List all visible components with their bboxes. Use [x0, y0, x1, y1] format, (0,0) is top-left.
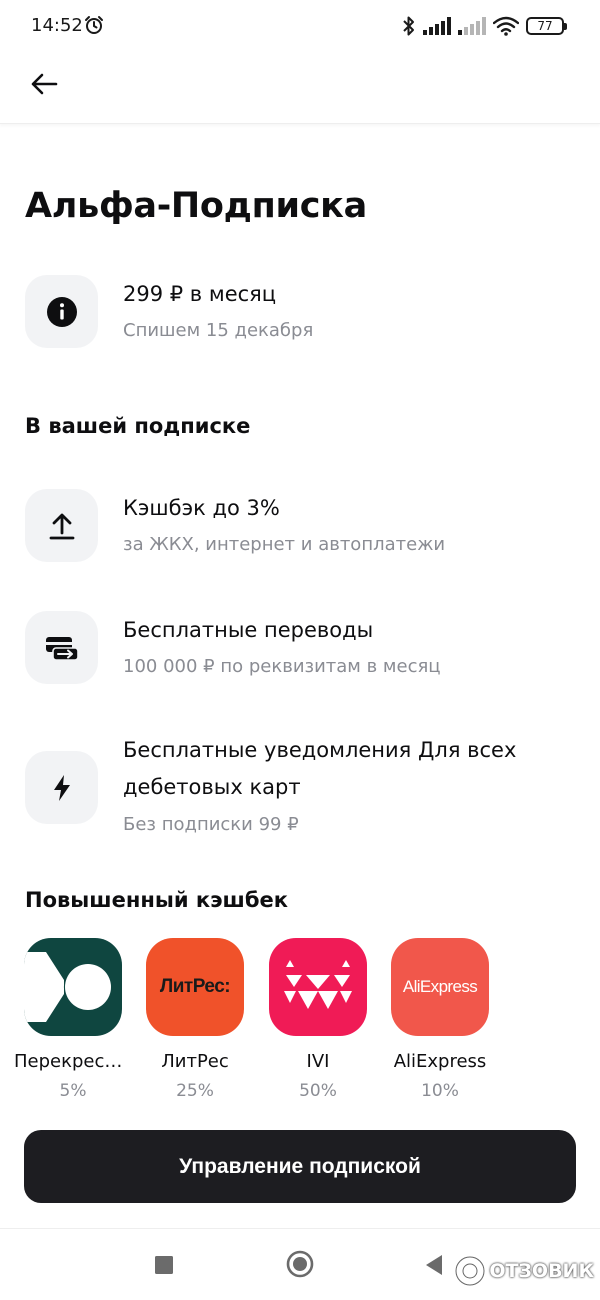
benefit-item-notifications[interactable]: Бесплатные уведомления Для всех дебетовы…: [25, 732, 585, 842]
benefit-subtitle: 100 000 ₽ по реквизитам в месяц: [123, 656, 441, 677]
ivi-logo: [269, 938, 367, 1036]
litres-logo: ЛитРес:: [146, 938, 244, 1036]
otzovik-logo-icon: [454, 1255, 486, 1287]
benefit-icon-tile: [25, 611, 98, 684]
partner-aliexpress[interactable]: AliExpress AliExpress 10%: [385, 938, 495, 1101]
benefit-title: Бесплатные переводы: [123, 618, 374, 642]
partner-name: ЛитРес: [161, 1051, 229, 1072]
partner-percent: 25%: [176, 1081, 214, 1101]
status-bar: 14:52 77: [0, 0, 600, 52]
watermark-text: ОТЗОВИК: [489, 1260, 594, 1282]
price-title: 299 ₽ в месяц: [123, 282, 277, 306]
info-icon: [46, 296, 77, 327]
circle-icon: [286, 1250, 314, 1278]
benefit-title: Бесплатные уведомления Для всех дебетовы…: [123, 738, 517, 799]
partner-percent: 50%: [299, 1081, 337, 1101]
aliexpress-logo: AliExpress: [391, 938, 489, 1036]
price-icon-tile: [25, 275, 98, 348]
aliexpress-logo-text: AliExpress: [402, 977, 478, 996]
bluetooth-icon: [403, 16, 414, 36]
recents-button[interactable]: [155, 1256, 173, 1278]
litres-logo-text: ЛитРес:: [159, 976, 231, 997]
app-bar: [0, 52, 600, 124]
benefit-subtitle: за ЖКХ, интернет и автоплатежи: [123, 534, 446, 555]
status-time: 14:52: [31, 15, 83, 36]
benefit-icon-tile: [25, 751, 98, 824]
perekrestok-logo-icon: [24, 952, 111, 1022]
alarm-icon: [85, 16, 103, 34]
partner-litres[interactable]: ЛитРес: ЛитРес 25%: [140, 938, 250, 1101]
upload-icon: [49, 513, 74, 539]
partner-name: IVI: [306, 1051, 330, 1072]
ivi-logo-icon: [284, 960, 352, 1009]
partner-percent: 10%: [421, 1081, 459, 1101]
benefit-subtitle: Без подписки 99 ₽: [123, 814, 299, 835]
partner-perekrestok[interactable]: Перекресток 5%: [14, 938, 132, 1101]
battery-indicator: 77: [526, 17, 567, 35]
signal-strength-icon: [423, 17, 451, 35]
partner-name: Перекресток: [14, 1051, 132, 1072]
benefit-title: Кэшбэк до 3%: [123, 496, 280, 520]
manage-subscription-button[interactable]: Управление подпиской: [24, 1130, 576, 1203]
transfer-icon: [45, 636, 79, 661]
home-button[interactable]: [286, 1250, 314, 1282]
status-icons: 77: [402, 14, 567, 38]
wifi-icon: [493, 16, 519, 36]
cashback-section-title: Повышенный кэшбек: [25, 888, 289, 912]
square-icon: [155, 1256, 173, 1274]
benefit-icon-tile: [25, 489, 98, 562]
perekrestok-logo: [24, 938, 122, 1036]
partner-ivi[interactable]: IVI 50%: [263, 938, 373, 1101]
benefit-item-transfers[interactable]: Бесплатные переводы 100 000 ₽ по реквизи…: [25, 611, 585, 691]
signal-strength-icon-secondary: [458, 17, 486, 35]
benefits-section-title: В вашей подписке: [25, 414, 251, 438]
benefit-item-cashback[interactable]: Кэшбэк до 3% за ЖКХ, интернет и автоплат…: [25, 489, 585, 569]
back-button[interactable]: [24, 64, 64, 104]
lightning-icon: [53, 774, 70, 801]
arrow-left-icon: [31, 73, 58, 95]
partner-name: AliExpress: [393, 1051, 487, 1072]
triangle-back-icon: [426, 1255, 442, 1275]
otzovik-watermark: ОТЗОВИК: [454, 1255, 594, 1287]
price-subtitle: Спишем 15 декабря: [123, 320, 314, 341]
page-title: Альфа-Подписка: [25, 186, 367, 226]
price-row: 299 ₽ в месяц Спишем 15 декабря: [25, 275, 585, 355]
partner-percent: 5%: [59, 1081, 87, 1101]
back-nav-button[interactable]: [424, 1254, 444, 1280]
